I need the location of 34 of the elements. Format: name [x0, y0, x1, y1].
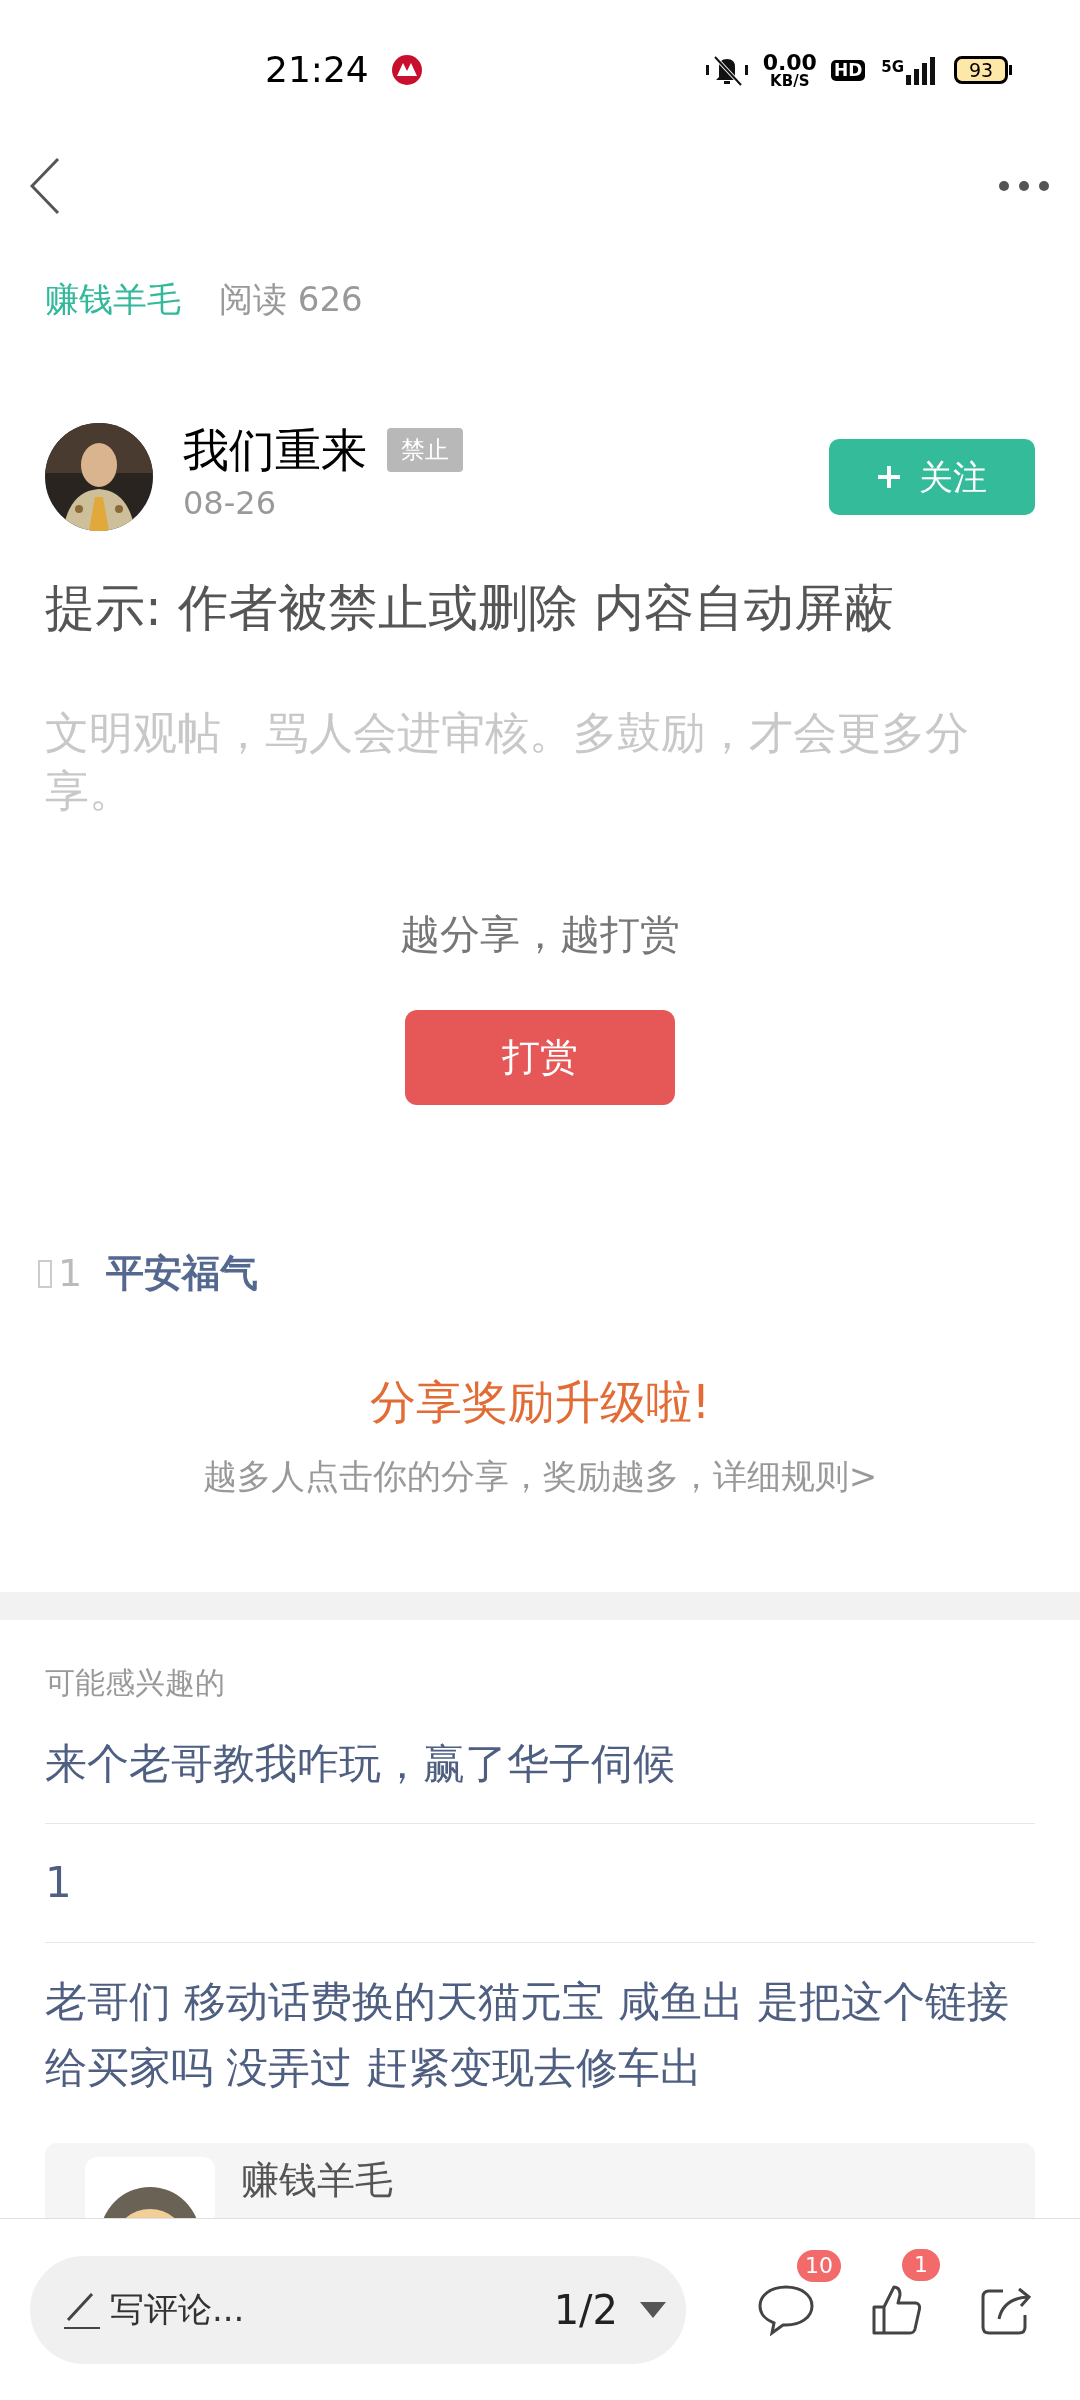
banned-tag: 禁止: [387, 428, 463, 472]
read-count: 阅读 626: [219, 278, 363, 321]
clock: 21:24: [265, 48, 369, 92]
tip-count: 1: [58, 1250, 83, 1297]
speed-unit: KB/S: [770, 73, 810, 89]
missing-glyph-icon: [38, 1259, 52, 1288]
post-date: 08-26: [183, 483, 277, 524]
battery-indicator: 93: [954, 56, 1012, 84]
comment-icon[interactable]: [757, 2283, 815, 2336]
related-post-title[interactable]: 1: [45, 1850, 1035, 1916]
signal-icon: [906, 55, 936, 85]
bank-logo-icon: [390, 54, 423, 86]
tipper-name[interactable]: 平安福气: [106, 1245, 259, 1302]
more-icon[interactable]: [998, 180, 1050, 192]
comment-field[interactable]: 写评论... 1/2: [30, 2255, 686, 2364]
plus-icon: [877, 465, 901, 489]
dropdown-caret-icon[interactable]: [640, 2301, 666, 2318]
related-post-title[interactable]: 老哥们 移动话费换的天猫元宝 咸鱼出 是把这个链接给买家吗 没弄过 赶紧变现去修车出: [45, 1969, 1035, 2101]
related-heading: 可能感兴趣的: [44, 1664, 226, 1702]
page-indicator[interactable]: 1/2: [553, 2279, 618, 2340]
network-speed: 0.00: [762, 51, 817, 74]
network-type: 5G: [881, 57, 904, 78]
post-card[interactable]: 赚钱羊毛: [45, 2143, 1035, 2218]
hd-indicator: HD: [830, 59, 866, 81]
comment-count-badge: 10: [797, 2249, 841, 2282]
card-author-name: 赚钱羊毛: [241, 2161, 393, 2199]
reward-button[interactable]: 打赏: [405, 1010, 675, 1105]
related-post-title[interactable]: 来个老哥教我咋玩，赢了华子伺候: [45, 1731, 1035, 1797]
reward-caption: 越分享，越打赏: [399, 910, 681, 959]
author-name[interactable]: 我们重来: [183, 427, 367, 473]
promo-title: 分享奖励升级啦!: [368, 1374, 712, 1431]
back-icon[interactable]: [30, 157, 60, 215]
like-count-badge: 1: [902, 2248, 940, 2281]
notice-text: 提示: 作者被禁止或删除 内容自动屏蔽: [44, 578, 895, 639]
